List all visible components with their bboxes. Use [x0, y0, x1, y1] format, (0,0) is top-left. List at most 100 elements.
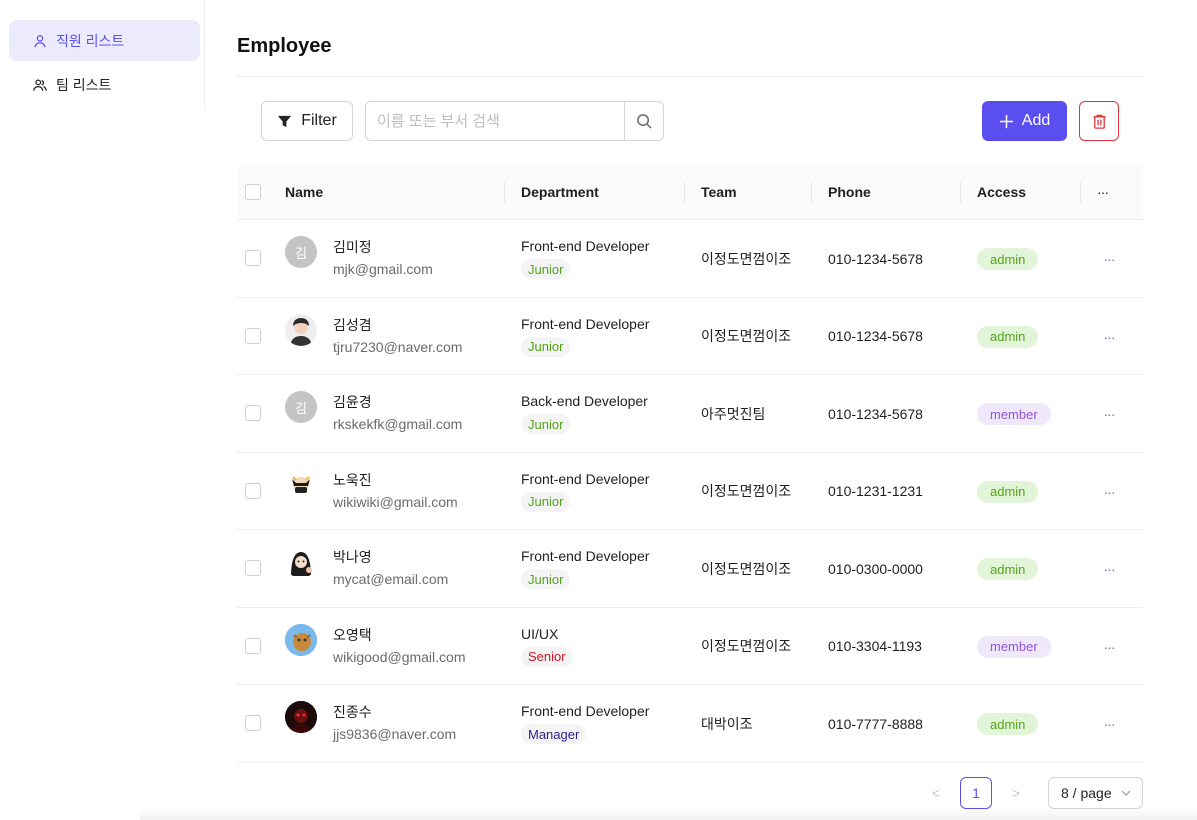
- search-icon: [636, 113, 652, 129]
- employee-email: wikigood@gmail.com: [333, 648, 466, 665]
- employee-email: tjru7230@naver.com: [333, 338, 463, 355]
- column-separator: [1080, 182, 1081, 203]
- sidebar-item-employee-list[interactable]: 직원 리스트: [9, 20, 200, 61]
- employee-email: jjs9836@naver.com: [333, 726, 457, 742]
- level-badge: Junior: [521, 259, 571, 279]
- employee-department: Front-end Developer: [521, 548, 650, 564]
- table-row[interactable]: 김 김윤경 rkskekfk@gmail.com Back-end Develo…: [237, 375, 1143, 453]
- access-badge: admin: [977, 558, 1039, 580]
- table-row[interactable]: 노욱진 wikiwiki@gmail.com Front-end Develop…: [237, 453, 1143, 530]
- access-badge: member: [977, 403, 1051, 425]
- row-more-button[interactable]: ···: [1101, 326, 1117, 348]
- avatar: [285, 701, 317, 733]
- employee-phone: 010-1234-5678: [828, 328, 923, 344]
- employee-table: Name Department Team Phone Access ··· 김 …: [237, 165, 1143, 763]
- select-all-checkbox-cell: [245, 165, 261, 219]
- row-checkbox-cell: [245, 637, 261, 654]
- user-icon: [33, 34, 47, 48]
- level-badge: Junior: [521, 336, 571, 357]
- table-row[interactable]: 박나영 mycat@email.com Front-end Developer …: [237, 530, 1143, 608]
- sidebar-item-team-list[interactable]: 팀 리스트: [9, 64, 200, 105]
- chevron-down-icon: [1121, 790, 1131, 796]
- bottom-shadow: [140, 806, 1197, 820]
- avatar: 김: [285, 391, 317, 423]
- employee-email: mjk@gmail.com: [333, 261, 433, 277]
- row-checkbox[interactable]: [245, 405, 261, 421]
- table-row[interactable]: 김성겸 tjru7230@naver.com Front-end Develop…: [237, 298, 1143, 375]
- row-checkbox[interactable]: [245, 715, 261, 731]
- employee-phone: 010-1231-1231: [828, 483, 923, 499]
- employee-phone: 010-1234-5678: [828, 405, 923, 422]
- row-checkbox[interactable]: [245, 560, 261, 576]
- level-badge: Junior: [521, 491, 571, 512]
- row-checkbox-cell: [245, 560, 261, 576]
- filter-icon: [278, 115, 292, 127]
- row-more-button[interactable]: ···: [1101, 248, 1117, 270]
- employee-team: 이정도면껌이조: [701, 328, 792, 344]
- row-more-button[interactable]: ···: [1101, 713, 1117, 735]
- employee-team: 대박이조: [701, 715, 753, 732]
- sidebar: 직원 리스트 팀 리스트: [0, 0, 205, 110]
- select-all-checkbox[interactable]: [245, 184, 261, 200]
- column-separator: [684, 182, 685, 203]
- employee-department: UI/UX: [521, 625, 559, 642]
- column-header-access[interactable]: Access: [977, 165, 1026, 219]
- title-divider: [237, 76, 1143, 77]
- trash-icon: [1092, 114, 1106, 129]
- avatar: [285, 468, 317, 501]
- level-badge: Senior: [521, 646, 573, 667]
- row-checkbox[interactable]: [245, 637, 261, 654]
- add-label: Add: [1021, 112, 1051, 129]
- employee-department: Back-end Developer: [521, 393, 648, 409]
- sidebar-item-label: 팀 리스트: [56, 76, 112, 93]
- add-button[interactable]: Add: [982, 101, 1067, 141]
- column-separator: [504, 182, 505, 203]
- employee-department: Front-end Developer: [521, 470, 650, 487]
- column-header-more[interactable]: ···: [1097, 165, 1109, 219]
- filter-button[interactable]: Filter: [261, 101, 353, 141]
- search-bar: [365, 101, 664, 141]
- employee-name: 김미정: [333, 239, 372, 255]
- sidebar-item-label: 직원 리스트: [56, 32, 125, 49]
- employee-name: 진종수: [333, 704, 372, 720]
- page-size-select[interactable]: 8 / page: [1048, 777, 1143, 809]
- row-more-button[interactable]: ···: [1101, 558, 1117, 580]
- team-icon: [33, 78, 47, 92]
- pagination-next-button[interactable]: >: [1000, 777, 1032, 809]
- employee-phone: 010-7777-8888: [828, 715, 923, 732]
- employee-name: 김윤경: [333, 394, 372, 410]
- table-row[interactable]: 진종수 jjs9836@naver.com Front-end Develope…: [237, 685, 1143, 763]
- level-badge: Manager: [521, 724, 587, 744]
- delete-button[interactable]: [1079, 101, 1119, 141]
- employee-phone: 010-1234-5678: [828, 250, 923, 267]
- avatar: 김: [285, 236, 317, 268]
- employee-department: Front-end Developer: [521, 238, 650, 254]
- row-checkbox-cell: [245, 327, 261, 344]
- pagination-prev-button[interactable]: <: [920, 777, 952, 809]
- access-badge: admin: [977, 480, 1039, 503]
- row-checkbox-cell: [245, 405, 261, 421]
- row-more-button[interactable]: ···: [1101, 481, 1117, 503]
- row-checkbox[interactable]: [245, 250, 261, 266]
- level-badge: Junior: [521, 414, 571, 434]
- row-checkbox[interactable]: [245, 482, 261, 499]
- column-header-team[interactable]: Team: [701, 165, 737, 219]
- column-header-name[interactable]: Name: [285, 165, 323, 219]
- access-badge: admin: [977, 713, 1039, 735]
- column-header-phone[interactable]: Phone: [828, 165, 871, 219]
- table-row[interactable]: 김 김미정 mjk@gmail.com Front-end Developer …: [237, 220, 1143, 298]
- employee-name: 김성겸: [333, 316, 372, 333]
- access-badge: admin: [977, 325, 1039, 348]
- search-input[interactable]: [365, 101, 625, 141]
- pagination-page-1[interactable]: 1: [960, 777, 992, 809]
- employee-team: 아주멋진팀: [701, 405, 766, 422]
- row-checkbox-cell: [245, 250, 261, 266]
- column-header-department[interactable]: Department: [521, 165, 599, 219]
- row-checkbox[interactable]: [245, 327, 261, 344]
- row-more-button[interactable]: ···: [1101, 636, 1117, 658]
- employee-email: mycat@email.com: [333, 571, 449, 587]
- row-more-button[interactable]: ···: [1101, 403, 1117, 425]
- employee-department: Front-end Developer: [521, 703, 650, 719]
- search-button[interactable]: [624, 101, 664, 141]
- table-row[interactable]: 오영택 wikigood@gmail.com UI/UX Senior 이정도면…: [237, 608, 1143, 685]
